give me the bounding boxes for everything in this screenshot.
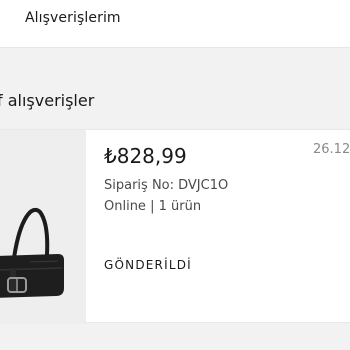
order-item-count: 1 ürün: [158, 199, 202, 214]
section-heading: f alışverişler: [0, 91, 95, 110]
order-meta: Online | 1 ürün: [104, 199, 201, 214]
order-price: ₺828,99: [104, 144, 187, 168]
top-bar: Alışverişlerim: [0, 0, 350, 48]
orders-page: Alışverişlerim f alışverişler ₺828,99 26…: [0, 0, 350, 350]
order-status: GÖNDERİLDİ: [104, 258, 192, 272]
order-card[interactable]: ₺828,99 26.12. Sipariş No: DVJC1O Online…: [0, 129, 350, 324]
order-date: 26.12.: [313, 142, 350, 157]
order-number: Sipariş No: DVJC1O: [104, 178, 229, 193]
page-title: Alışverişlerim: [25, 10, 121, 26]
shoulder-bag-image: [0, 130, 86, 324]
order-channel: Online: [104, 199, 146, 214]
meta-separator: |: [145, 199, 159, 214]
product-image[interactable]: [0, 130, 86, 324]
